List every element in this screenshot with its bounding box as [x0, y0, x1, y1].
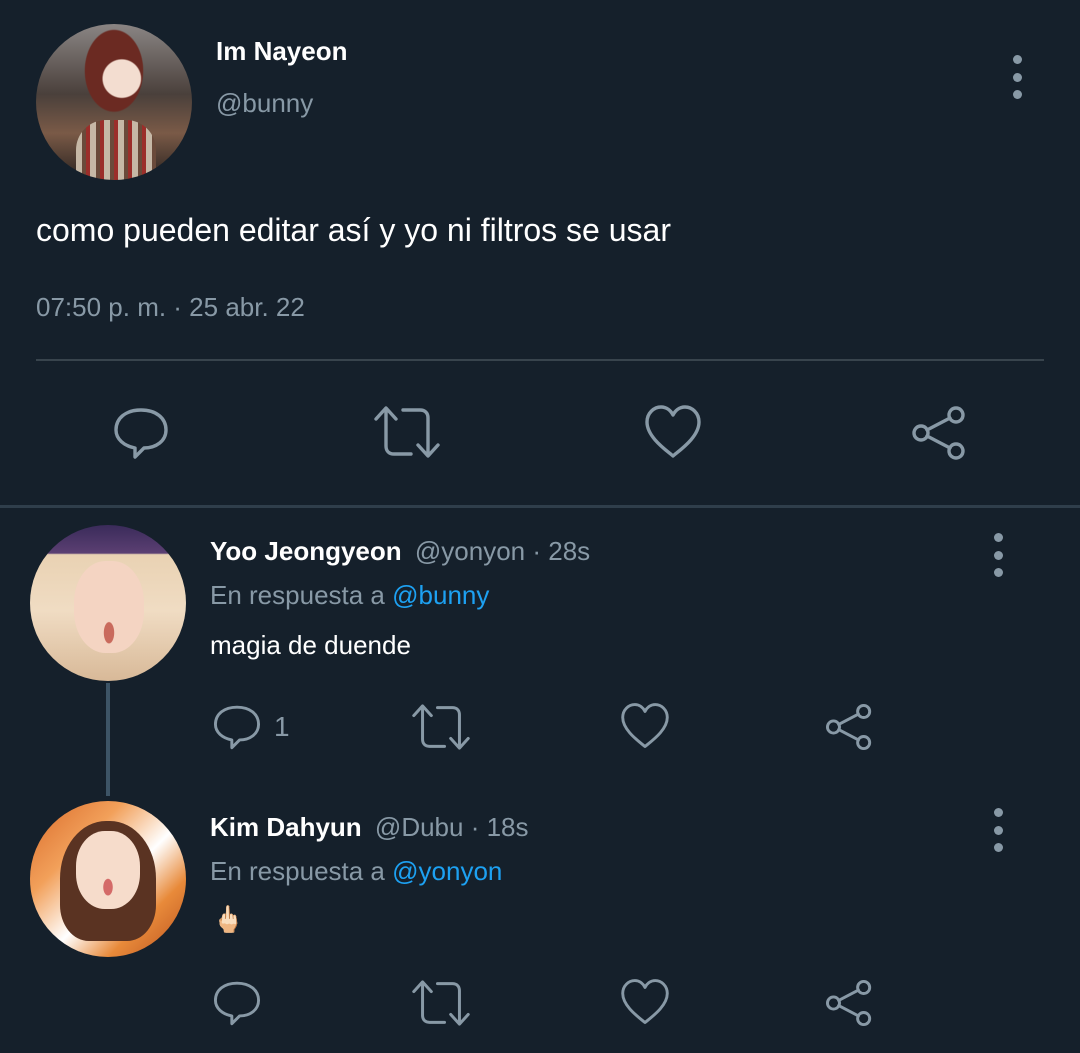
in-reply-to-link[interactable]: @yonyon: [392, 856, 502, 886]
reply-button[interactable]: 1: [212, 702, 290, 752]
reply-icon: [114, 408, 168, 459]
reply-text: 🖕🏻: [212, 904, 245, 934]
avatar-image-detail: [74, 561, 144, 653]
like-icon: [621, 979, 669, 1025]
like-icon: [621, 703, 669, 749]
like-icon: [645, 405, 701, 458]
in-reply-to: En respuesta a @yonyon: [210, 856, 502, 887]
divider: [36, 359, 1044, 361]
more-options-icon[interactable]: [988, 808, 1008, 852]
reply-avatar[interactable]: [30, 525, 186, 681]
retweet-button[interactable]: [374, 404, 440, 460]
reply-text: magia de duende: [210, 630, 411, 660]
share-icon: [825, 703, 872, 751]
reply-time[interactable]: · 18s: [471, 812, 529, 842]
like-button[interactable]: [644, 404, 702, 460]
reply-author-name[interactable]: Kim Dahyun: [210, 812, 362, 842]
in-reply-to-link[interactable]: @bunny: [392, 580, 489, 610]
retweet-button[interactable]: [412, 978, 470, 1028]
author-name[interactable]: Im Nayeon: [216, 36, 348, 67]
retweet-icon: [412, 980, 470, 1026]
retweet-button[interactable]: [412, 702, 470, 752]
retweet-icon: [412, 704, 470, 750]
retweet-icon: [374, 406, 440, 458]
reply-header: Kim Dahyun @Dubu · 18s: [210, 812, 529, 843]
in-reply-to: En respuesta a @bunny: [210, 580, 489, 611]
author-handle[interactable]: @bunny: [216, 88, 313, 119]
avatar-image-detail: [76, 831, 140, 909]
reply-button[interactable]: [212, 978, 262, 1028]
reply-author-handle[interactable]: @yonyon: [415, 536, 525, 566]
like-button[interactable]: [620, 702, 670, 750]
reply-icon: [213, 981, 261, 1026]
tweet-timestamp[interactable]: 07:50 p. m. · 25 abr. 22: [36, 292, 305, 323]
reply-button[interactable]: [112, 404, 170, 462]
author-avatar[interactable]: [36, 24, 192, 180]
share-icon: [825, 979, 872, 1027]
reply-time[interactable]: · 28s: [532, 536, 590, 566]
share-button[interactable]: [910, 404, 968, 462]
reply-icon: [213, 705, 261, 750]
reply-header: Yoo Jeongyeon @yonyon · 28s: [210, 536, 590, 567]
in-reply-to-label: En respuesta a: [210, 580, 385, 610]
section-separator: [0, 505, 1080, 508]
like-button[interactable]: [620, 978, 670, 1026]
reply-author-name[interactable]: Yoo Jeongyeon: [210, 536, 402, 566]
share-icon: [912, 406, 965, 460]
avatar-image-detail: [76, 120, 156, 180]
tweet-text: como pueden editar así y yo ni filtros s…: [36, 212, 671, 248]
share-button[interactable]: [824, 702, 874, 752]
reply-author-handle[interactable]: @Dubu: [375, 812, 464, 842]
in-reply-to-label: En respuesta a: [210, 856, 385, 886]
more-options-icon[interactable]: [1007, 55, 1027, 99]
more-options-icon[interactable]: [988, 533, 1008, 577]
share-button[interactable]: [824, 978, 874, 1028]
reply-avatar[interactable]: [30, 801, 186, 957]
thread-line: [106, 683, 110, 796]
reply-count: 1: [274, 711, 290, 742]
